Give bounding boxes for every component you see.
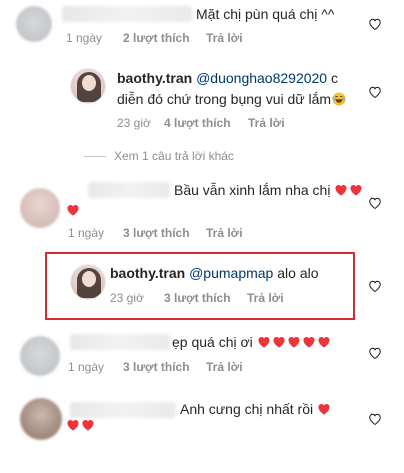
- comment-text-line1: Bầu vẫn xinh lắm nha chị: [174, 181, 364, 200]
- comment-item: Mặt chị pùn quá chị ^^ 1 ngày 2 lượt thí…: [0, 0, 404, 55]
- comment-text-line1: Anh cưng chị nhất rồi: [180, 400, 332, 419]
- likes-count[interactable]: 2 lượt thích: [123, 31, 190, 45]
- comment-text-line1: ẹp quá chị ơi: [172, 333, 332, 352]
- username[interactable]: baothy.tran: [110, 265, 185, 281]
- comment-item: ẹp quá chị ơi 1 ngày 3 lượt thích Trả lờ…: [0, 330, 404, 390]
- comment-time: 1 ngày: [68, 226, 105, 240]
- blurred-username: [88, 182, 170, 198]
- reply-time: 23 giờ: [117, 116, 151, 130]
- reply-time: 23 giờ: [110, 291, 144, 305]
- blurred-username: [70, 334, 170, 350]
- reply-text-line2: diễn đó chứ trong bụng vui dữ lắm: [117, 90, 347, 109]
- comment-meta: 1 ngày 2 lượt thích Trả lời: [0, 31, 404, 47]
- heart-outline-icon[interactable]: [368, 17, 382, 31]
- reply-text-line: baothy.tran @pumapmap alo alo: [110, 264, 319, 283]
- red-heart-emoji-icon: [317, 335, 331, 349]
- red-heart-emoji-icon: [257, 335, 271, 349]
- reply-button[interactable]: Trả lời: [206, 360, 243, 374]
- red-heart-emoji-icon: [317, 402, 331, 416]
- reply-text: diễn đó chứ trong bụng vui dữ lắm: [117, 91, 332, 107]
- red-heart-emoji-icon: [66, 418, 80, 432]
- reply-text-line1: baothy.tran @duonghao8292020 c: [117, 69, 338, 88]
- heart-outline-icon[interactable]: [368, 85, 382, 99]
- reply-text-tail: c: [327, 70, 338, 86]
- mention-link[interactable]: @pumapmap: [189, 265, 273, 281]
- red-heart-emoji-icon: [66, 203, 80, 217]
- reply-meta: 23 giờ 4 lượt thích Trả lời: [0, 116, 404, 132]
- heart-outline-icon[interactable]: [368, 412, 382, 426]
- likes-count[interactable]: 4 lượt thích: [164, 116, 231, 130]
- avatar[interactable]: [20, 398, 62, 440]
- view-more-replies[interactable]: Xem 1 câu trả lời khác: [114, 149, 234, 163]
- likes-count[interactable]: 3 lượt thích: [123, 360, 190, 374]
- comment-text: Bầu vẫn xinh lắm nha chị: [174, 182, 331, 198]
- comment-item: Anh cưng chị nhất rồi: [0, 390, 404, 473]
- red-heart-emoji-icon: [349, 183, 363, 197]
- comment-text-line2: [66, 417, 96, 435]
- blurred-username: [62, 6, 192, 22]
- mention-link[interactable]: @duonghao8292020: [196, 70, 327, 86]
- avatar[interactable]: [70, 68, 106, 104]
- comment-text: Mặt chị pùn quá chị ^^: [196, 6, 335, 22]
- reply-button[interactable]: Trả lời: [206, 31, 243, 45]
- reply-button[interactable]: Trả lời: [247, 291, 284, 305]
- avatar[interactable]: [20, 188, 60, 228]
- comment-text: ẹp quá chị ơi: [172, 334, 253, 350]
- heart-outline-icon[interactable]: [368, 279, 382, 293]
- reply-button[interactable]: Trả lời: [248, 116, 285, 130]
- blurred-username: [70, 402, 176, 418]
- view-more-divider: [84, 156, 106, 157]
- comment-meta: 1 ngày 3 lượt thích Trả lời: [0, 360, 404, 376]
- comment-item: Bầu vẫn xinh lắm nha chị 1 ngày 3 lượt t…: [0, 178, 404, 253]
- reply-text: alo alo: [273, 265, 319, 281]
- heart-outline-icon[interactable]: [368, 346, 382, 360]
- red-heart-emoji-icon: [334, 183, 348, 197]
- reply-meta: 23 giờ 3 lượt thích Trả lời: [0, 291, 404, 307]
- likes-count[interactable]: 3 lượt thích: [164, 291, 231, 305]
- comment-time: 1 ngày: [68, 360, 105, 374]
- red-heart-emoji-icon: [81, 418, 95, 432]
- reply-item: baothy.tran @duonghao8292020 c diễn đó c…: [0, 55, 404, 140]
- reply-item-highlighted: baothy.tran @pumapmap alo alo 23 giờ 3 l…: [0, 253, 404, 319]
- username[interactable]: baothy.tran: [117, 70, 192, 86]
- comment-text: Anh cưng chị nhất rồi: [180, 401, 314, 417]
- comment-meta: 1 ngày 3 lượt thích Trả lời: [0, 226, 404, 242]
- likes-count[interactable]: 3 lượt thích: [123, 226, 190, 240]
- red-heart-emoji-icon: [287, 335, 301, 349]
- heart-outline-icon[interactable]: [368, 196, 382, 210]
- laughing-emoji-icon: [332, 92, 346, 106]
- red-heart-emoji-icon: [302, 335, 316, 349]
- reply-button[interactable]: Trả lời: [206, 226, 243, 240]
- comment-time: 1 ngày: [66, 31, 103, 45]
- red-heart-emoji-icon: [272, 335, 286, 349]
